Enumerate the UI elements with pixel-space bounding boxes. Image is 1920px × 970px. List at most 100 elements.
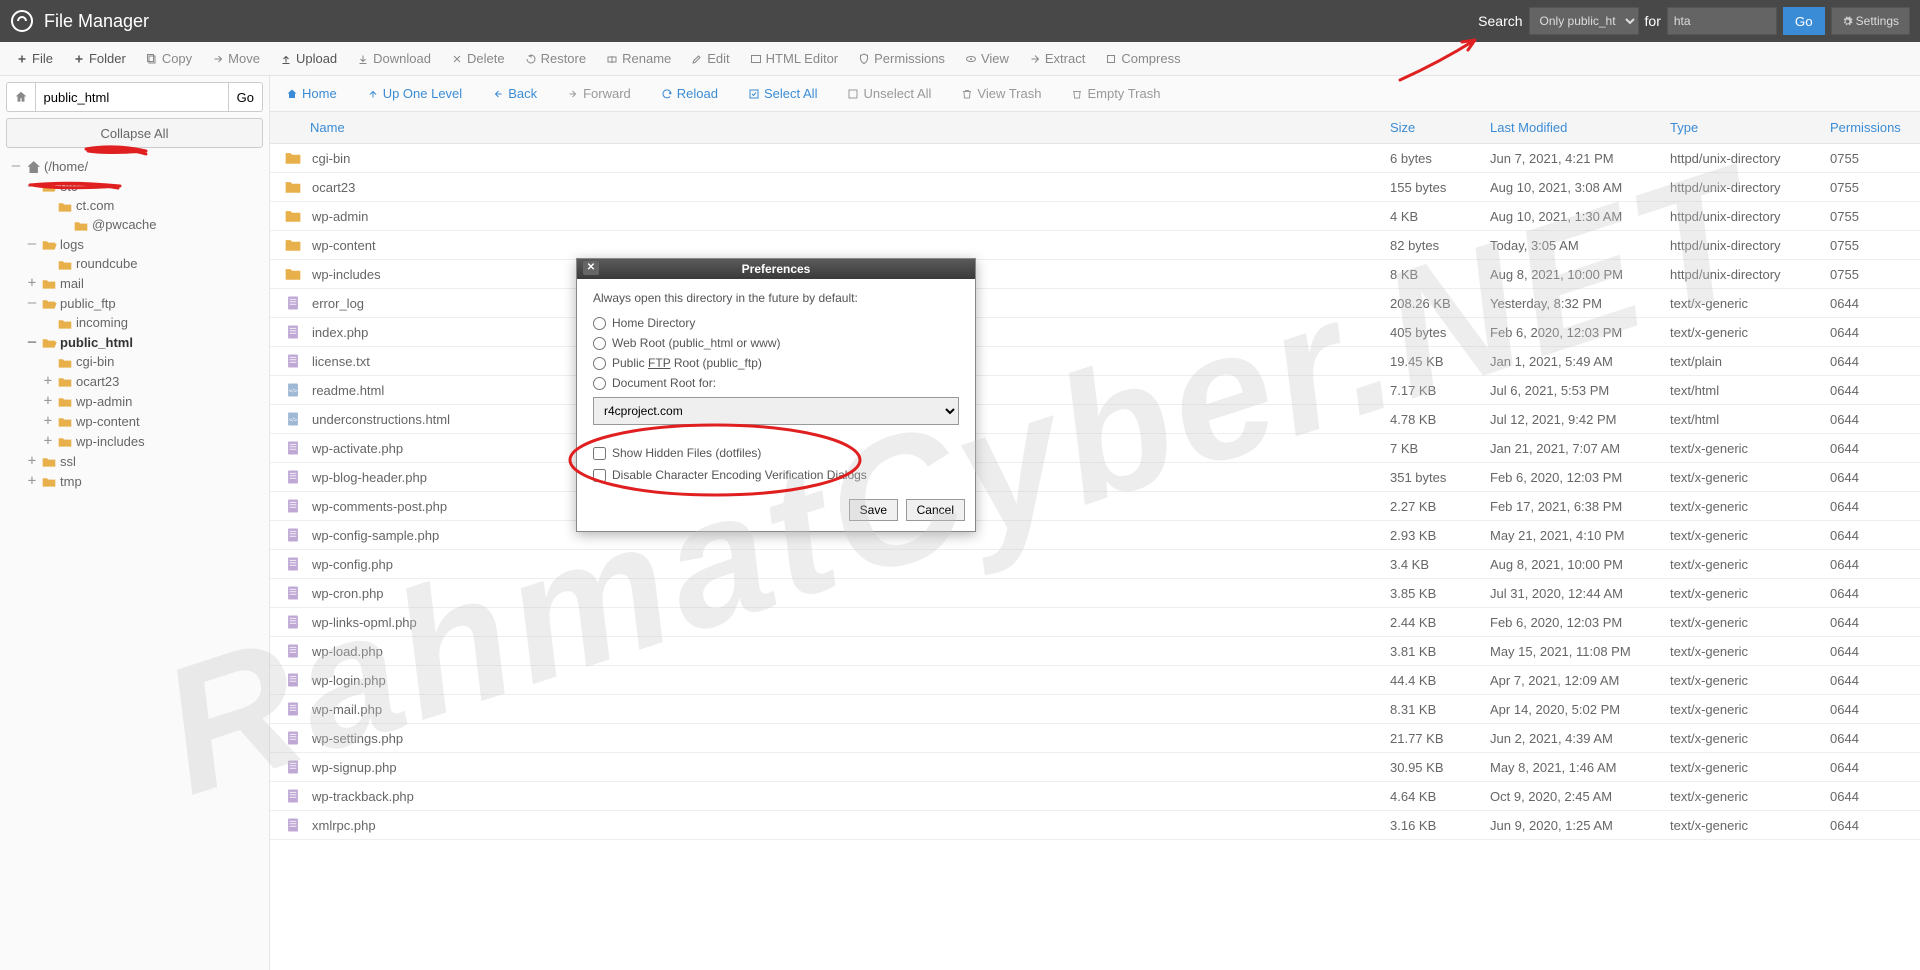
table-row[interactable]: license.txt19.45 KBJan 1, 2021, 5:49 AMt… — [270, 347, 1920, 376]
tree-toggle[interactable]: – — [26, 178, 38, 194]
path-input[interactable] — [36, 82, 229, 112]
toolbar-upload[interactable]: Upload — [270, 45, 347, 72]
nav-home[interactable]: Home — [278, 82, 345, 105]
tree-toggle[interactable]: + — [26, 453, 38, 469]
tree-toggle[interactable]: + — [26, 473, 38, 489]
folder-icon — [284, 178, 302, 196]
table-row[interactable]: wp-mail.php8.31 KBApr 14, 2020, 5:02 PMt… — [270, 695, 1920, 724]
radio-web-root[interactable]: Web Root (public_html or www) — [593, 333, 959, 353]
tree-toggle[interactable]: + — [42, 433, 54, 449]
col-name[interactable]: Name — [270, 112, 1380, 143]
file-type: text/x-generic — [1660, 291, 1820, 316]
nav-unselect-all[interactable]: Unselect All — [839, 82, 939, 105]
nav-select-all[interactable]: Select All — [740, 82, 825, 105]
col-perm[interactable]: Permissions — [1820, 112, 1920, 143]
toolbar-file[interactable]: File — [6, 45, 63, 72]
table-row[interactable]: wp-trackback.php4.64 KBOct 9, 2020, 2:45… — [270, 782, 1920, 811]
tree-node-roundcube[interactable]: roundcube — [6, 254, 263, 273]
col-type[interactable]: Type — [1660, 112, 1820, 143]
nav-back[interactable]: Back — [484, 82, 545, 105]
tree-node-ssl[interactable]: +ssl — [6, 451, 263, 471]
tree-toggle[interactable]: – — [26, 236, 38, 252]
table-row[interactable]: wp-links-opml.php2.44 KBFeb 6, 2020, 12:… — [270, 608, 1920, 637]
file-perm: 0644 — [1820, 697, 1920, 722]
table-row[interactable]: wp-activate.php7 KBJan 21, 2021, 7:07 AM… — [270, 434, 1920, 463]
table-header: Name Size Last Modified Type Permissions — [270, 112, 1920, 144]
nav-up-one-level[interactable]: Up One Level — [359, 82, 471, 105]
tree-node-etc[interactable]: –etc — [6, 176, 263, 196]
table-row[interactable]: wp-cron.php3.85 KBJul 31, 2020, 12:44 AM… — [270, 579, 1920, 608]
tree-toggle[interactable]: – — [10, 158, 22, 174]
chk-disable-encoding[interactable]: Disable Character Encoding Verification … — [593, 465, 959, 485]
tree-toggle[interactable]: – — [26, 334, 38, 350]
tree-node-pwcache[interactable]: @pwcache — [6, 215, 263, 234]
chk-show-hidden[interactable]: Show Hidden Files (dotfiles) — [593, 443, 959, 463]
tree-node-publicftp[interactable]: –public_ftp — [6, 293, 263, 313]
modal-cancel-button[interactable]: Cancel — [906, 499, 965, 521]
tree-node-mail[interactable]: +mail — [6, 273, 263, 293]
file-type: httpd/unix-directory — [1660, 204, 1820, 229]
tree-node-publichtml[interactable]: –public_html — [6, 332, 263, 352]
tree-node-tmp[interactable]: +tmp — [6, 471, 263, 491]
table-row[interactable]: index.php405 bytesFeb 6, 2020, 12:03 PMt… — [270, 318, 1920, 347]
settings-button[interactable]: Settings — [1831, 7, 1910, 35]
modal-save-button[interactable]: Save — [849, 499, 898, 521]
tree-toggle[interactable]: + — [26, 275, 38, 291]
radio-doc-root[interactable]: Document Root for: — [593, 373, 959, 393]
tree-toggle[interactable]: + — [42, 373, 54, 389]
table-row[interactable]: wp-login.php44.4 KBApr 7, 2021, 12:09 AM… — [270, 666, 1920, 695]
folder-icon — [284, 149, 302, 167]
table-row[interactable]: ocart23155 bytesAug 10, 2021, 3:08 AMhtt… — [270, 173, 1920, 202]
folder-icon — [41, 276, 57, 290]
modal-close-button[interactable]: ✕ — [583, 261, 599, 275]
table-row[interactable]: wp-comments-post.php2.27 KBFeb 17, 2021,… — [270, 492, 1920, 521]
collapse-all-button[interactable]: Collapse All — [6, 118, 263, 148]
toolbar-folder[interactable]: Folder — [63, 45, 136, 72]
table-row[interactable]: wp-content82 bytesToday, 3:05 AMhttpd/un… — [270, 231, 1920, 260]
tree-node-incoming[interactable]: incoming — [6, 313, 263, 332]
domain-select[interactable]: r4cproject.com — [593, 397, 959, 425]
table-row[interactable]: cgi-bin6 bytesJun 7, 2021, 4:21 PMhttpd/… — [270, 144, 1920, 173]
modal-titlebar[interactable]: ✕ Preferences — [577, 259, 975, 279]
tree-toggle[interactable]: + — [42, 393, 54, 409]
table-row[interactable]: wp-settings.php21.77 KBJun 2, 2021, 4:39… — [270, 724, 1920, 753]
file-name: wp-signup.php — [312, 760, 397, 775]
table-row[interactable]: wp-signup.php30.95 KBMay 8, 2021, 1:46 A… — [270, 753, 1920, 782]
path-home-button[interactable] — [6, 82, 36, 112]
nav-forward[interactable]: Forward — [559, 82, 639, 105]
table-row[interactable]: wp-includes8 KBAug 8, 2021, 10:00 PMhttp… — [270, 260, 1920, 289]
table-row[interactable]: wp-config.php3.4 KBAug 8, 2021, 10:00 PM… — [270, 550, 1920, 579]
table-row[interactable]: wp-admin4 KBAug 10, 2021, 1:30 AMhttpd/u… — [270, 202, 1920, 231]
table-row[interactable]: </>readme.html7.17 KBJul 6, 2021, 5:53 P… — [270, 376, 1920, 405]
tree-node-wpincludes[interactable]: +wp-includes — [6, 431, 263, 451]
radio-home-dir[interactable]: Home Directory — [593, 313, 959, 333]
table-row[interactable]: xmlrpc.php3.16 KBJun 9, 2020, 1:25 AMtex… — [270, 811, 1920, 840]
svg-text:</>: </> — [289, 417, 298, 423]
table-row[interactable]: error_log208.26 KBYesterday, 8:32 PMtext… — [270, 289, 1920, 318]
radio-ftp-root[interactable]: Public FTP Root (public_ftp) — [593, 353, 959, 373]
file-size: 7.17 KB — [1380, 378, 1480, 403]
tree-node-wpadmin[interactable]: +wp-admin — [6, 391, 263, 411]
file-icon — [284, 584, 302, 602]
col-mod[interactable]: Last Modified — [1480, 112, 1660, 143]
search-scope-select[interactable]: Only public_html — [1529, 7, 1639, 35]
tree-node-logs[interactable]: –logs — [6, 234, 263, 254]
table-row[interactable]: wp-config-sample.php2.93 KBMay 21, 2021,… — [270, 521, 1920, 550]
tree-node-cgibin[interactable]: cgi-bin — [6, 352, 263, 371]
nav-empty-trash[interactable]: Empty Trash — [1063, 82, 1168, 105]
table-row[interactable]: wp-load.php3.81 KBMay 15, 2021, 11:08 PM… — [270, 637, 1920, 666]
tree-node-ctcom[interactable]: ct.com — [6, 196, 263, 215]
tree-toggle[interactable]: – — [26, 295, 38, 311]
col-size[interactable]: Size — [1380, 112, 1480, 143]
path-go-button[interactable]: Go — [229, 82, 264, 112]
search-input[interactable] — [1667, 7, 1777, 35]
table-row[interactable]: </>underconstructions.html4.78 KBJul 12,… — [270, 405, 1920, 434]
tree-toggle[interactable]: + — [42, 413, 54, 429]
tree-node-ocart23[interactable]: +ocart23 — [6, 371, 263, 391]
nav-view-trash[interactable]: View Trash — [953, 82, 1049, 105]
nav-reload[interactable]: Reload — [653, 82, 726, 105]
tree-node-wpcontent[interactable]: +wp-content — [6, 411, 263, 431]
tree-node-home[interactable]: –(/home/ — [6, 156, 263, 176]
table-row[interactable]: wp-blog-header.php351 bytesFeb 6, 2020, … — [270, 463, 1920, 492]
search-go-button[interactable]: Go — [1783, 7, 1825, 35]
